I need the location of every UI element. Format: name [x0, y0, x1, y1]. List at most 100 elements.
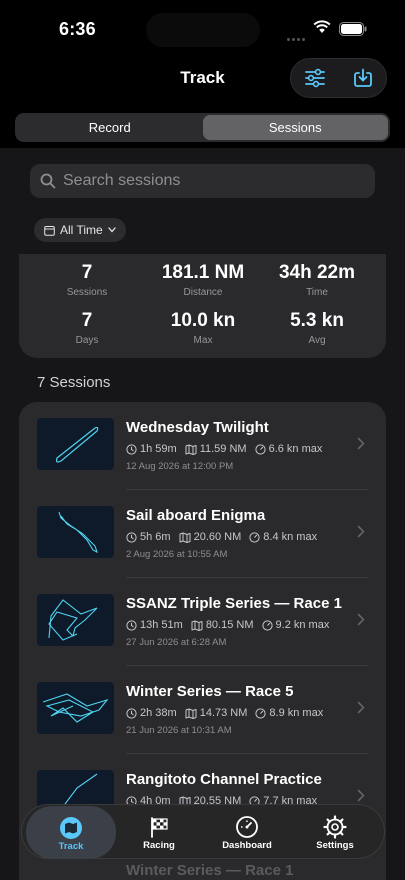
clock-icon — [126, 619, 137, 631]
gauge-icon — [236, 816, 258, 838]
tab-track[interactable]: Track — [26, 806, 116, 859]
session-date: 12 Aug 2026 at 12:00 PM — [126, 461, 234, 472]
checkered-flag-icon — [151, 817, 168, 838]
import-icon[interactable] — [353, 68, 373, 88]
stat-value: 7 — [81, 310, 93, 331]
speedometer-icon — [254, 443, 266, 455]
tab-label: Settings — [316, 840, 354, 851]
session-max-speed: 9.2 kn max — [275, 619, 330, 631]
chevron-right-icon — [357, 525, 365, 538]
tab-bar: Track Racing Dashboard Settings — [21, 804, 385, 859]
session-meta: 5h 6m 20.60 NM 8.4 kn max — [126, 531, 325, 543]
clock-icon — [126, 707, 137, 719]
session-row-wednesday-twilight[interactable]: Wednesday Twilight 1h 59m 11.59 NM 6.6 k… — [19, 402, 386, 490]
status-bar: 6:36 — [0, 0, 405, 56]
stat-label: Distance — [183, 287, 223, 298]
session-title: Wednesday Twilight — [126, 419, 269, 436]
session-duration: 2h 38m — [140, 707, 177, 719]
chevron-down-icon — [108, 227, 116, 233]
cellular-signal-icon — [287, 28, 309, 41]
search-icon — [40, 173, 56, 189]
chevron-right-icon — [357, 613, 365, 626]
summary-stats-card: 7 Sessions 181.1 NM Distance 34h 22m Tim… — [19, 254, 386, 358]
stat-value: 181.1 NM — [161, 262, 245, 283]
dynamic-island — [146, 13, 260, 47]
map-icon — [179, 532, 191, 543]
nav-actions-group — [290, 58, 387, 98]
status-time: 6:36 — [59, 19, 96, 39]
clock-icon — [126, 531, 137, 543]
session-date: 21 Jun 2026 at 10:31 AM — [126, 725, 232, 736]
session-meta: 2h 38m 14.73 NM 8.9 kn max — [126, 707, 331, 719]
speedometer-icon — [255, 707, 267, 719]
tab-dashboard[interactable]: Dashboard — [202, 805, 292, 858]
stat-value: 10.0 kn — [170, 310, 236, 331]
session-row-sail-aboard-enigma[interactable]: Sail aboard Enigma 5h 6m 20.60 NM 8.4 kn… — [19, 490, 386, 578]
search-bar — [30, 164, 375, 198]
session-duration: 1h 59m — [140, 443, 177, 455]
chevron-right-icon — [357, 437, 365, 450]
stat-avg: 5.3 kn Avg — [262, 310, 372, 346]
battery-icon — [339, 22, 367, 36]
map-icon — [185, 444, 197, 455]
speedometer-icon — [261, 619, 273, 631]
session-date: 27 Jun 2026 at 6:28 AM — [126, 637, 227, 648]
clock-icon — [126, 443, 137, 455]
tab-label: Dashboard — [222, 840, 272, 851]
stat-max: 10.0 kn Max — [148, 310, 258, 346]
calendar-icon — [44, 225, 55, 236]
chevron-right-icon — [357, 701, 365, 714]
session-max-speed: 6.6 kn max — [268, 443, 323, 455]
stat-value: 34h 22m — [278, 262, 356, 283]
stat-sessions: 7 Sessions — [32, 262, 142, 298]
session-meta: 1h 59m 11.59 NM 6.6 kn max — [126, 443, 330, 455]
tab-racing[interactable]: Racing — [114, 805, 204, 858]
session-title: Rangitoto Channel Practice — [126, 771, 322, 788]
speedometer-icon — [249, 531, 260, 543]
session-row-ssanz-triple-series-race-1[interactable]: SSANZ Triple Series — Race 1 13h 51m 80.… — [19, 578, 386, 666]
map-icon — [191, 620, 203, 631]
session-meta: 13h 51m 80.15 NM 9.2 kn max — [126, 619, 337, 631]
sessions-content: All Time 7 Sessions 181.1 NM Distance 34… — [0, 148, 405, 880]
stat-label: Time — [306, 287, 328, 298]
filter-label: All Time — [60, 223, 103, 237]
session-date: 2 Aug 2026 at 10:55 AM — [126, 549, 228, 560]
tab-settings[interactable]: Settings — [290, 805, 380, 858]
track-thumbnail — [37, 682, 114, 734]
sessions-count-heading: 7 Sessions — [37, 374, 111, 391]
wifi-icon — [313, 20, 331, 33]
track-thumbnail — [37, 418, 114, 470]
stat-label: Avg — [308, 335, 326, 346]
session-distance: 20.60 NM — [193, 531, 242, 543]
session-max-speed: 8.4 kn max — [263, 531, 318, 543]
track-thumbnail — [37, 594, 114, 646]
session-duration: 13h 51m — [140, 619, 183, 631]
session-duration: 5h 6m — [140, 531, 171, 543]
session-max-speed: 8.9 kn max — [269, 707, 324, 719]
stat-days: 7 Days — [32, 310, 142, 346]
tab-label: Track — [58, 841, 84, 852]
session-distance: 80.15 NM — [205, 619, 254, 631]
stat-distance: 181.1 NM Distance — [148, 262, 258, 298]
segment-record[interactable]: Record — [17, 115, 203, 140]
stat-value: 5.3 kn — [290, 310, 344, 331]
stat-label: Sessions — [66, 287, 108, 298]
session-title: Sail aboard Enigma — [126, 507, 266, 524]
chevron-right-icon — [357, 789, 365, 802]
next-session-title-peek: Winter Series — Race 1 — [126, 862, 294, 879]
session-title: Winter Series — Race 5 — [126, 683, 294, 700]
session-row-winter-series-race-5[interactable]: Winter Series — Race 5 2h 38m 14.73 NM 8… — [19, 666, 386, 754]
time-range-filter-button[interactable]: All Time — [34, 218, 126, 242]
session-title: SSANZ Triple Series — Race 1 — [126, 595, 342, 612]
map-icon — [60, 817, 82, 839]
tab-label: Racing — [143, 840, 175, 851]
filter-sliders-icon[interactable] — [304, 68, 326, 88]
search-input[interactable] — [63, 172, 353, 190]
stat-label: Days — [75, 335, 99, 346]
session-distance: 11.59 NM — [199, 443, 247, 455]
map-icon — [185, 708, 197, 719]
stat-label: Max — [193, 335, 213, 346]
segment-sessions[interactable]: Sessions — [202, 115, 388, 140]
stat-value: 7 — [81, 262, 93, 283]
record-sessions-segmented-control: Record Sessions — [15, 113, 390, 142]
